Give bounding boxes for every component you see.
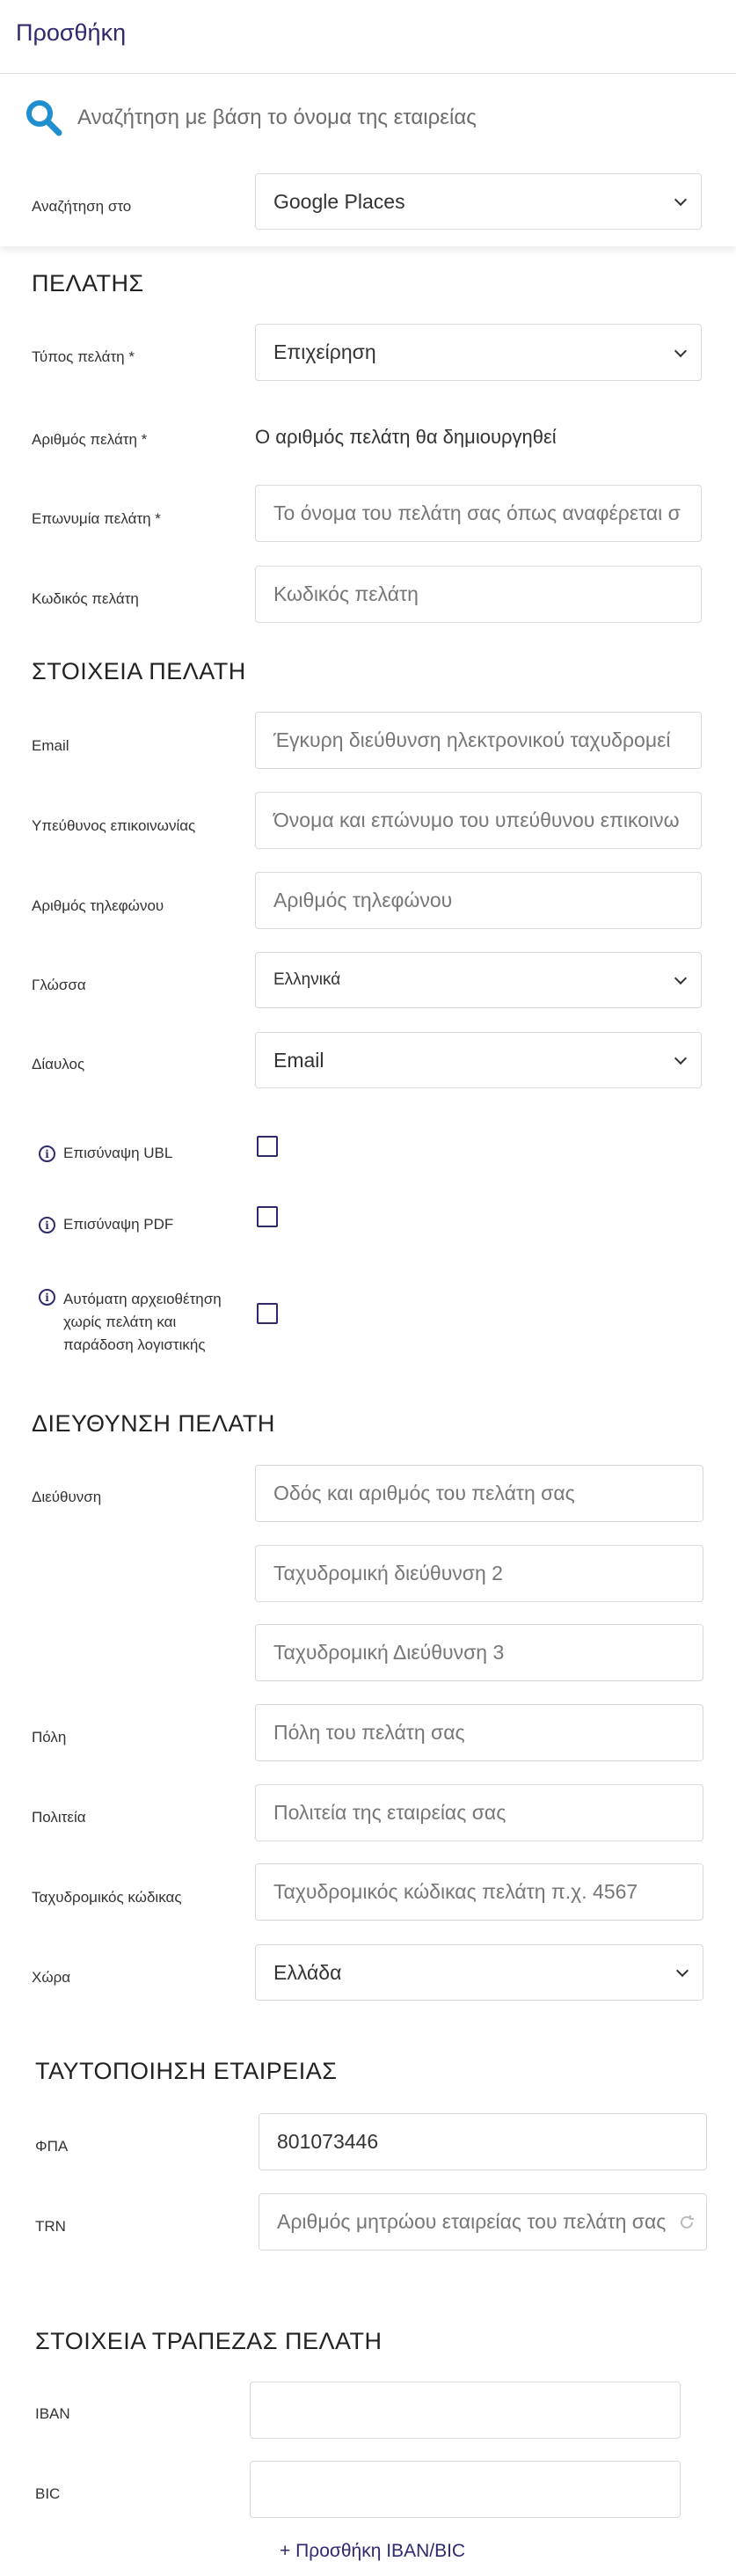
- phone-input[interactable]: Αριθμός τηλεφώνου: [255, 872, 702, 929]
- auto-archive-label-line: παράδοση λογιστικής: [63, 1336, 206, 1353]
- bic-input[interactable]: [250, 2461, 681, 2518]
- country-select[interactable]: Ελλάδα: [255, 1944, 703, 2001]
- auto-archive-label-line: χωρίς πελάτη και: [63, 1314, 177, 1330]
- city-input[interactable]: Πόλη του πελάτη σας: [255, 1704, 703, 1761]
- chevron-down-icon: [674, 971, 688, 985]
- customer-name-input[interactable]: Το όνομα του πελάτη σας όπως αναφέρεται …: [255, 485, 702, 542]
- country-label: Χώρα: [32, 1969, 71, 1986]
- customer-type-label: Τύπος πελάτη *: [32, 348, 135, 365]
- section-details-heading: ΣΤΟΙΧΕΙΑ ΠΕΛΑΤΗ: [32, 658, 246, 684]
- chevron-down-icon: [674, 1051, 688, 1065]
- top-bar: Προσθήκη: [0, 0, 736, 74]
- language-select[interactable]: Ελληνικά: [255, 952, 702, 1008]
- customer-type-value: Επιχείρηση: [273, 340, 376, 363]
- channel-value: Email: [273, 1048, 324, 1072]
- page-title: Προσθήκη: [16, 19, 127, 46]
- iban-input[interactable]: [250, 2382, 681, 2439]
- search-in-select[interactable]: Google Places: [255, 173, 702, 230]
- address-line2-input[interactable]: Ταχυδρομική διεύθυνση 2: [255, 1545, 703, 1602]
- section-bank-heading: ΣΤΟΙΧΕΙΑ ΤΡΑΠΕΖΑΣ ΠΕΛΑΤΗ: [35, 2328, 383, 2354]
- trn-placeholder: Αριθμός μητρώου εταιρείας του πελάτη σας: [277, 2210, 667, 2233]
- address-label: Διεύθυνση: [32, 1489, 102, 1505]
- city-label: Πόλη: [32, 1729, 67, 1745]
- customer-type-select[interactable]: Επιχείρηση: [255, 324, 702, 381]
- vat-input[interactable]: 801073446: [259, 2113, 707, 2170]
- zip-input[interactable]: Ταχυδρομικός κώδικας πελάτη π.χ. 4567: [255, 1863, 703, 1921]
- auto-archive-label: Αυτόματη αρχειοθέτηση χωρίς πελάτη και π…: [63, 1288, 222, 1357]
- chevron-down-icon: [674, 193, 688, 207]
- customer-code-label: Κωδικός πελάτη: [32, 590, 139, 607]
- channel-select[interactable]: Email: [255, 1032, 702, 1088]
- language-value: Ελληνικά: [273, 970, 341, 989]
- customer-number-value: Ο αριθμός πελάτη θα δημιουργηθεί: [255, 426, 557, 448]
- info-icon[interactable]: i: [39, 1289, 55, 1306]
- contact-input[interactable]: Όνομα και επώνυμο του υπεύθυνου επικοινω: [255, 792, 702, 849]
- language-label: Γλώσσα: [32, 977, 86, 993]
- vat-label: ΦΠΑ: [35, 2138, 69, 2155]
- chevron-down-icon: [675, 1964, 689, 1978]
- attach-pdf-label: Επισύναψη PDF: [63, 1216, 174, 1233]
- section-customer-heading: ΠΕΛΑΤΗΣ: [32, 270, 144, 296]
- auto-archive-label-line: Αυτόματη αρχειοθέτηση: [63, 1291, 222, 1307]
- customer-number-label: Αριθμός πελάτη *: [32, 431, 148, 448]
- company-search[interactable]: Αναζήτηση με βάση το όνομα της εταιρείας: [25, 99, 719, 143]
- phone-label: Αριθμός τηλεφώνου: [32, 897, 164, 914]
- customer-code-input[interactable]: Κωδικός πελάτη: [255, 566, 702, 623]
- street-input[interactable]: Οδός και αριθμός του πελάτη σας: [255, 1465, 703, 1522]
- add-iban-bic-link[interactable]: + Προσθήκη IBAN/BIC: [280, 2541, 465, 2562]
- trn-input[interactable]: Αριθμός μητρώου εταιρείας του πελάτη σας: [259, 2193, 707, 2250]
- contact-label: Υπεύθυνος επικοινωνίας: [32, 817, 196, 834]
- info-icon[interactable]: i: [39, 1217, 55, 1233]
- iban-label: IBAN: [35, 2405, 70, 2422]
- state-input[interactable]: Πολιτεία της εταιρείας σας: [255, 1784, 703, 1841]
- channel-label: Δίαυλος: [32, 1056, 85, 1072]
- email-input[interactable]: Έγκυρη διεύθυνση ηλεκτρονικού ταχυδρομεί: [255, 712, 702, 769]
- search-in-label: Αναζήτηση στο: [32, 198, 132, 215]
- address-line3-input[interactable]: Ταχυδρομική Διεύθυνση 3: [255, 1624, 703, 1681]
- refresh-icon[interactable]: [678, 2214, 696, 2231]
- country-value: Ελλάδα: [273, 1960, 342, 1984]
- email-label: Email: [32, 737, 69, 754]
- customer-name-label: Επωνυμία πελάτη *: [32, 510, 161, 527]
- auto-archive-checkbox[interactable]: [257, 1303, 278, 1324]
- search-input[interactable]: Αναζήτηση με βάση το όνομα της εταιρείας: [77, 106, 477, 130]
- state-label: Πολιτεία: [32, 1809, 86, 1826]
- search-icon: [26, 100, 62, 136]
- search-in-value: Google Places: [273, 189, 405, 213]
- trn-label: TRN: [35, 2218, 66, 2235]
- attach-pdf-checkbox[interactable]: [257, 1206, 278, 1227]
- section-company-id-heading: ΤΑΥΤΟΠΟΙΗΣΗ ΕΤΑΙΡΕΙΑΣ: [35, 2058, 338, 2084]
- info-icon[interactable]: i: [39, 1145, 55, 1162]
- attach-ubl-checkbox[interactable]: [257, 1136, 278, 1157]
- chevron-down-icon: [674, 344, 688, 357]
- zip-label: Ταχυδρομικός κώδικας: [32, 1889, 182, 1906]
- bic-label: BIC: [35, 2485, 61, 2502]
- attach-ubl-label: Επισύναψη UBL: [63, 1145, 173, 1161]
- section-address-heading: ΔΙΕΥΘΥΝΣΗ ΠΕΛΑΤΗ: [32, 1410, 275, 1437]
